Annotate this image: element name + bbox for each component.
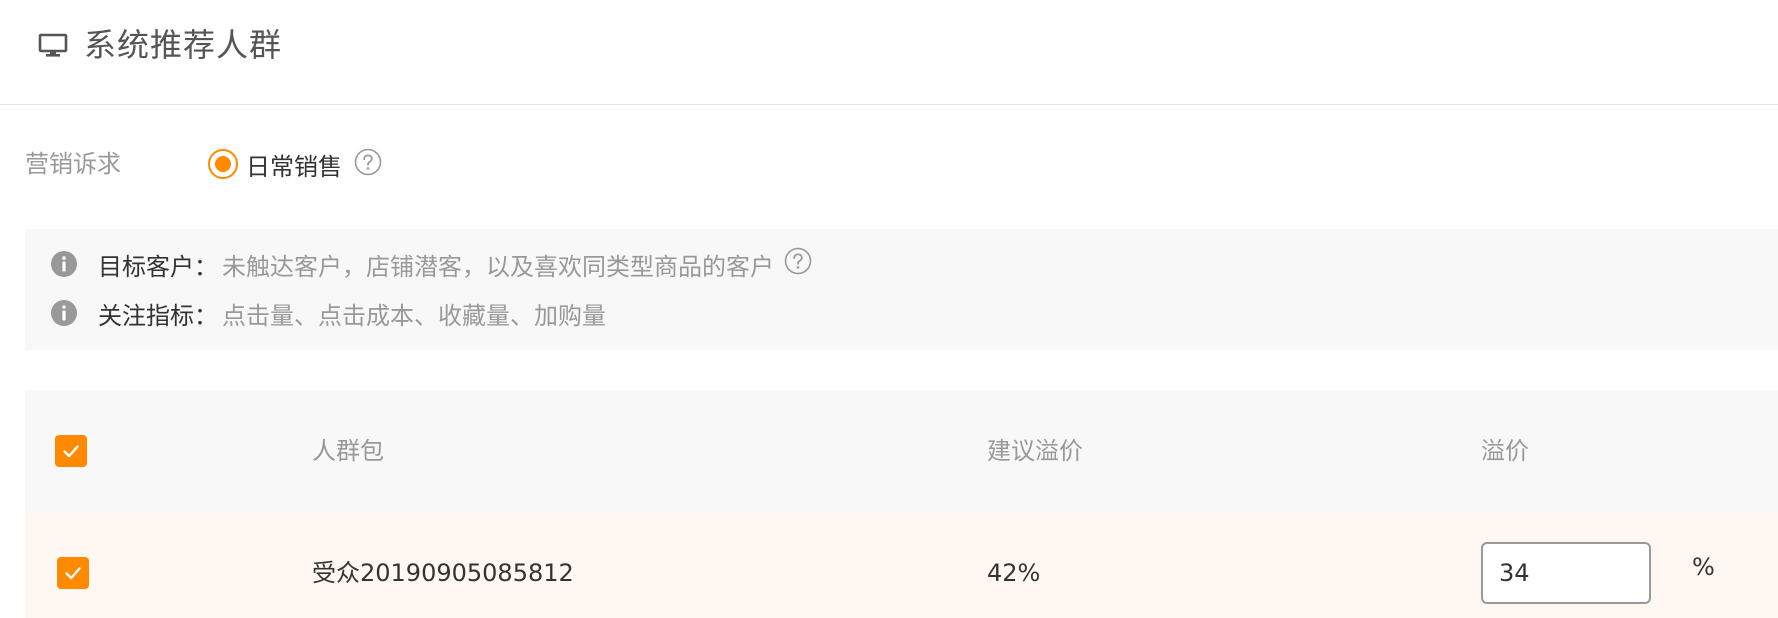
- help-icon[interactable]: [354, 148, 382, 176]
- target-customers-row: 目标客户 ： 未触达客户，店铺潜客，以及喜欢同类型商品的客户: [50, 247, 812, 281]
- focus-metrics-value: 点击量、点击成本、收藏量、加购量: [222, 301, 606, 330]
- suggested-premium-value: 42%: [987, 559, 1041, 587]
- monitor-icon: [38, 33, 68, 57]
- section-header: 系统推荐人群: [0, 0, 1778, 105]
- row-checkbox[interactable]: [57, 557, 89, 589]
- percent-unit: %: [1692, 553, 1715, 581]
- info-panel: 目标客户 ： 未触达客户，店铺潜客，以及喜欢同类型商品的客户 关注指标 ： 点击…: [25, 229, 1778, 350]
- focus-metrics-key: 关注指标: [98, 301, 194, 330]
- premium-input[interactable]: [1481, 542, 1651, 604]
- table-row: 受众20190905085812 42% %: [25, 512, 1778, 618]
- focus-metrics-colon: ：: [194, 301, 218, 330]
- info-icon: [51, 300, 77, 326]
- target-customers-colon: ：: [194, 252, 218, 281]
- column-header-premium: 溢价: [1481, 437, 1529, 465]
- select-all-checkbox[interactable]: [55, 435, 87, 467]
- help-icon[interactable]: [784, 247, 812, 275]
- checkmark-icon: [63, 445, 79, 458]
- radio-button[interactable]: [208, 149, 238, 179]
- audience-name: 受众20190905085812: [312, 559, 574, 587]
- section-title: 系统推荐人群: [84, 26, 283, 64]
- info-icon: [51, 251, 77, 277]
- radio-label: 日常销售: [246, 152, 342, 181]
- column-header-audience: 人群包: [312, 437, 384, 465]
- checkmark-icon: [65, 567, 81, 580]
- radio-selected-dot: [215, 156, 231, 172]
- target-customers-value: 未触达客户，店铺潜客，以及喜欢同类型商品的客户: [222, 252, 774, 281]
- focus-metrics-row: 关注指标 ： 点击量、点击成本、收藏量、加购量: [50, 296, 606, 330]
- target-customers-key: 目标客户: [98, 252, 194, 281]
- column-header-suggested-premium: 建议溢价: [987, 437, 1083, 465]
- marketing-goal-label: 营销诉求: [25, 150, 121, 178]
- radio-daily-sales[interactable]: 日常销售: [208, 146, 342, 182]
- table-header: 人群包 建议溢价 溢价: [25, 390, 1778, 512]
